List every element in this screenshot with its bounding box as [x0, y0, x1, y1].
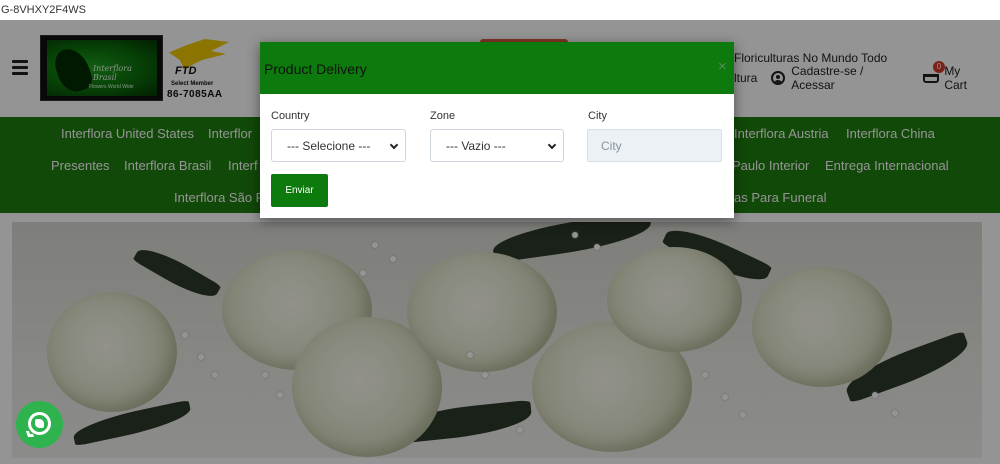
city-input[interactable]: City — [587, 129, 722, 162]
whatsapp-button[interactable] — [16, 401, 63, 448]
modal-header: Product Delivery × — [260, 42, 734, 94]
chevron-down-icon — [547, 140, 557, 150]
modal-title: Product Delivery — [264, 61, 367, 77]
tracking-code: G-8VHXY2F4WS — [0, 0, 1000, 20]
country-select[interactable]: --- Selecione --- — [271, 129, 406, 162]
zone-select[interactable]: --- Vazio --- — [430, 129, 564, 162]
chevron-down-icon — [389, 140, 399, 150]
page: G-8VHXY2F4WS Interflora Brasil Flowers W… — [0, 0, 1000, 464]
country-select-value: --- Selecione --- — [287, 139, 371, 153]
enviar-button[interactable]: Enviar — [271, 174, 328, 207]
city-label: City — [588, 110, 607, 122]
product-delivery-modal: Product Delivery × Country --- Selecione… — [260, 42, 734, 218]
zone-select-value: --- Vazio --- — [446, 139, 506, 153]
country-label: Country — [271, 110, 310, 122]
zone-label: Zone — [430, 110, 456, 122]
close-icon[interactable]: × — [718, 58, 727, 75]
